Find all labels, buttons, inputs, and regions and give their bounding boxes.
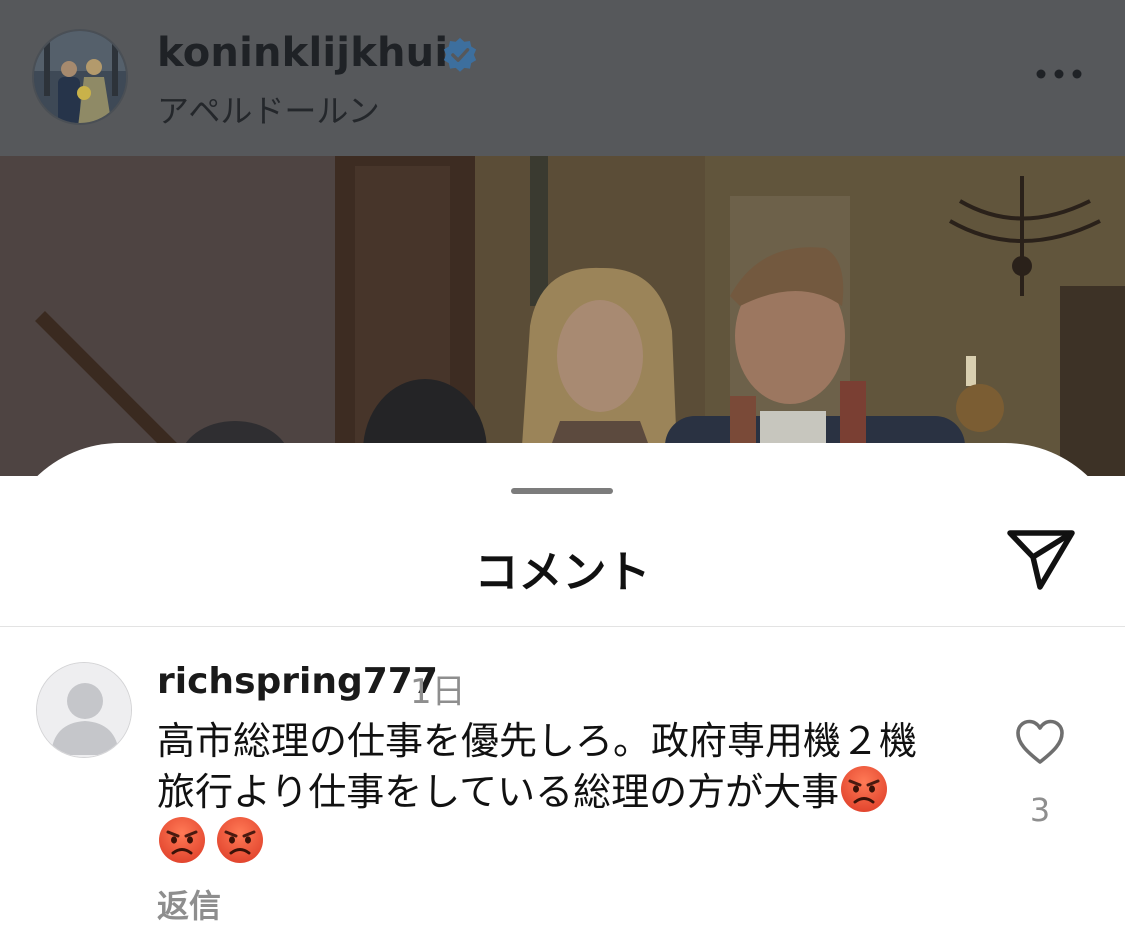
commenter-username[interactable]: richspring777 [157,661,438,702]
comment-text: 高市総理の仕事を優先しろ。政府専用機２機 旅行より仕事をしている総理の方が大事 [157,718,957,866]
comment-text-line: 高市総理の仕事を優先しろ。政府専用機２機 [157,719,918,763]
post-location[interactable]: アペルドールン [157,86,380,132]
heart-icon[interactable] [1014,718,1066,766]
sheet-divider [0,626,1125,627]
angry-face-emoji [157,815,207,865]
post-header: koninklijkhuis アペルドールン [0,0,1125,156]
angry-face-emoji [215,815,265,865]
post-photo[interactable] [0,156,1125,476]
post-author-avatar[interactable] [32,29,128,125]
comments-sheet: コメント richspring777 1日 高市総理の仕事を優先しろ。政府専用機… [0,443,1125,950]
sheet-drag-handle[interactable] [511,488,613,494]
send-icon[interactable] [1004,527,1078,593]
comment-text-line-content: 旅行より仕事をしている総理の方が大事 [157,770,840,814]
angry-face-emoji [839,764,889,814]
comment-emoji-row [157,815,957,866]
comment-timestamp: 1日 [410,672,466,712]
commenter-avatar[interactable] [36,662,132,758]
verified-badge-icon [443,37,477,72]
more-options-icon[interactable] [1034,66,1084,82]
comment-text-line: 旅行より仕事をしている総理の方が大事 [157,764,957,815]
like-count: 3 [1029,791,1051,829]
post-username[interactable]: koninklijkhuis [157,30,472,76]
comments-title: コメント [474,547,651,598]
reply-button[interactable]: 返信 [157,881,221,927]
